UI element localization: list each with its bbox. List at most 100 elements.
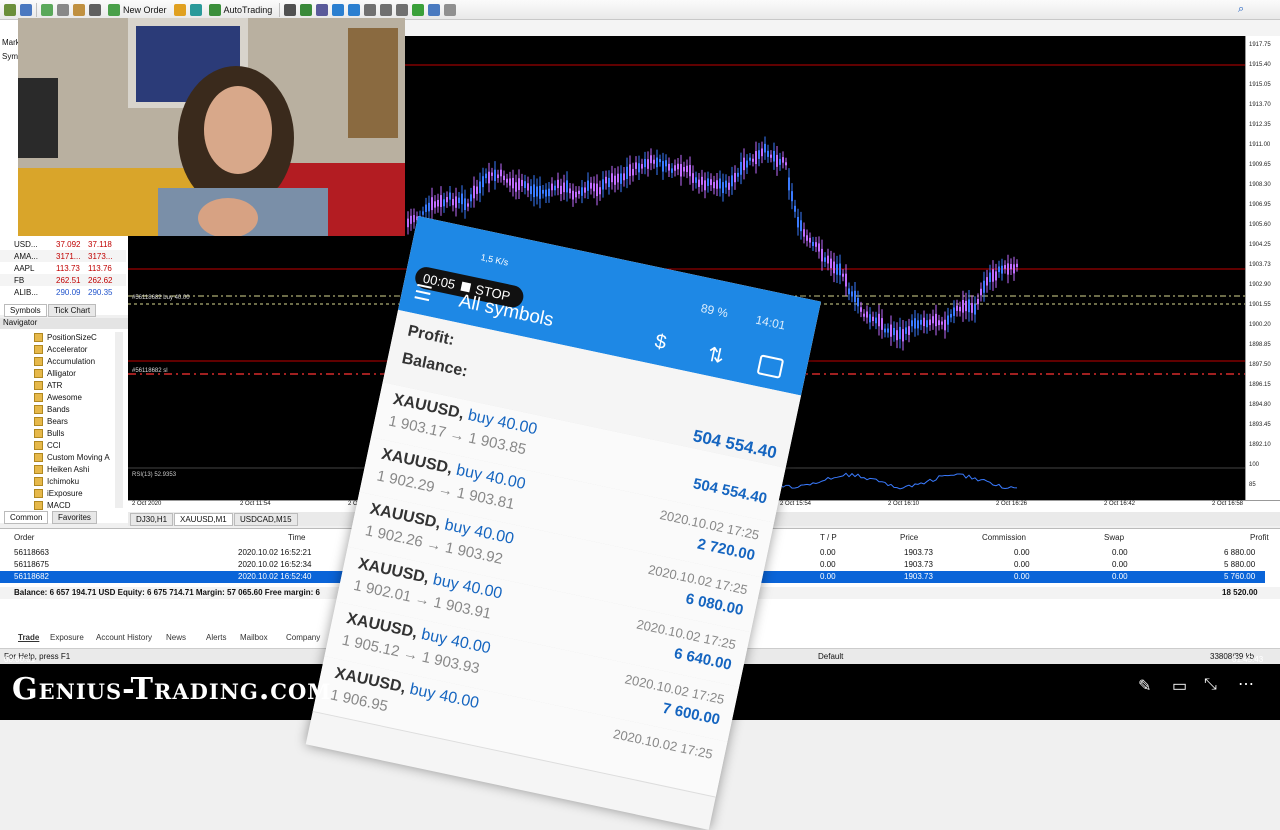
balance-line: Balance: 6 657 194.71 USD Equity: 6 675 … [14,588,320,597]
navigator-indicator-item[interactable]: Accumulation [34,355,95,367]
tab-favorites[interactable]: Favorites [52,511,97,524]
navigator-indicator-item[interactable]: Awesome [34,391,82,403]
tile-windows-icon[interactable] [364,3,377,16]
bar-chart-icon[interactable] [284,3,297,16]
profiles-icon[interactable] [20,3,32,16]
candle-body [509,178,511,186]
navigator-indicator-item[interactable]: Bears [34,415,68,427]
fullscreen-exit-icon[interactable]: ⤡ [1204,676,1217,694]
navigator-indicator-item[interactable]: PositionSizeC [34,331,97,343]
market-watch-row[interactable]: ALIB... 290.09 290.35 [0,286,126,298]
new-chart-icon[interactable] [4,3,16,16]
price-tick-label: 1900.20 [1249,322,1271,328]
new-order-button[interactable]: New Order [105,2,170,18]
candle-body [800,220,802,232]
navigator-indicator-item[interactable]: Accelerator [34,343,87,355]
terminal-tab[interactable]: News [166,633,186,642]
zoom-out-icon[interactable] [348,3,361,16]
market-watch-row[interactable]: USD... 37.092 37.118 [0,238,126,250]
chart-shift-icon[interactable] [380,3,393,16]
candle-body [968,299,970,313]
navigator-indicator-item[interactable]: Heiken Ashi [34,463,89,475]
tab-usdcad-m15[interactable]: USDCAD,M15 [234,513,298,526]
calendar-icon[interactable] [756,354,785,379]
col-swap[interactable]: Swap [1104,533,1124,542]
terminal-tab[interactable]: Mailbox [240,633,268,642]
candle-body [602,179,604,190]
candle-body [791,191,793,202]
navigator-indicator-item[interactable]: Bands [34,403,70,415]
net-speed: 1,5 K/s [479,252,510,268]
terminal-tab[interactable]: Alerts [206,633,226,642]
navigator-indicator-item[interactable]: Ichimoku [34,475,79,487]
candle-body [647,159,649,169]
candle-body [452,198,454,206]
zoom-in-icon[interactable] [332,3,345,16]
templates-icon[interactable] [444,3,457,16]
meta-editor-icon[interactable] [173,3,186,16]
candle-body [656,157,658,168]
trade-tp: 0.00 [820,560,836,569]
col-tp[interactable]: T / P [820,533,837,542]
autoscroll-icon[interactable] [396,3,409,16]
indicator-icon [34,452,43,462]
candle-body [905,327,907,334]
tab-xauusd-m1[interactable]: XAUUSD,M1 [174,513,233,526]
terminal-tab[interactable]: Trade [18,633,39,642]
currency-icon[interactable]: $ [653,330,668,355]
periods-icon[interactable] [428,3,441,16]
candlestick-icon[interactable] [300,3,313,16]
navigator-icon[interactable] [73,3,85,16]
terminal-tab[interactable]: Company [286,633,320,642]
candle-body [827,255,829,264]
navigator-indicator-item[interactable]: MACD [34,499,71,511]
data-window-icon[interactable] [57,3,69,16]
market-watch-icon[interactable] [41,3,53,16]
col-order[interactable]: Order [14,533,34,542]
navigator-indicator-item[interactable]: CCI [34,439,61,451]
search-icon[interactable]: ⌕ [1238,3,1244,16]
tab-dj30-h1[interactable]: DJ30,H1 [130,513,174,526]
rsi-label: RSI(13) 52.9353 [132,472,177,478]
candle-body [854,290,856,303]
edit-icon[interactable]: ✎ [1138,676,1151,696]
candle-body [1010,263,1012,270]
miniplayer-icon[interactable]: ▭ [1172,676,1187,696]
market-watch-row[interactable]: AAPL 113.73 113.76 [0,262,126,274]
candle-body [614,175,616,185]
navigator-indicator-item[interactable]: iExposure [34,487,83,499]
candle-body [575,191,577,198]
col-price[interactable]: Price [900,533,918,542]
market-watch-row[interactable]: FB 262.51 262.62 [0,274,126,286]
globe-icon[interactable] [189,3,202,16]
sort-icon[interactable]: ⇅ [705,342,727,370]
candle-body [710,179,712,186]
col-commission[interactable]: Commission [982,533,1026,542]
balance-value: 504 554.40 [691,475,769,508]
indicators-icon[interactable] [412,3,425,16]
candle-body [797,216,799,228]
navigator-indicator-item[interactable]: Alligator [34,367,76,379]
line-chart-icon[interactable] [316,3,329,16]
terminal-icon[interactable] [89,3,101,16]
navigator-indicator-item[interactable]: Bulls [34,427,64,439]
terminal-tab[interactable]: Account History [96,633,152,642]
candle-body [584,187,586,193]
candle-body [896,330,898,341]
col-profit[interactable]: Profit [1250,533,1269,542]
more-options-icon[interactable]: ⋯ [1238,674,1254,694]
col-time[interactable]: Time [288,533,305,542]
candle-body [857,297,859,307]
market-watch-row[interactable]: AMA... 3171... 3173... [0,250,126,262]
terminal-tab[interactable]: Exposure [50,633,84,642]
navigator-indicator-item[interactable]: ATR [34,379,62,391]
navigator-indicator-item[interactable]: Custom Moving A [34,451,110,463]
tab-tick-chart[interactable]: Tick Chart [48,304,97,317]
menu-icon[interactable]: ☰ [412,279,435,307]
indicator-label: Bands [47,404,70,414]
tab-common[interactable]: Common [4,511,49,524]
navigator-scrollbar[interactable] [115,332,123,508]
autotrading-button[interactable]: AutoTrading [206,2,276,18]
candle-body [623,173,625,181]
tab-symbols[interactable]: Symbols [4,304,47,317]
